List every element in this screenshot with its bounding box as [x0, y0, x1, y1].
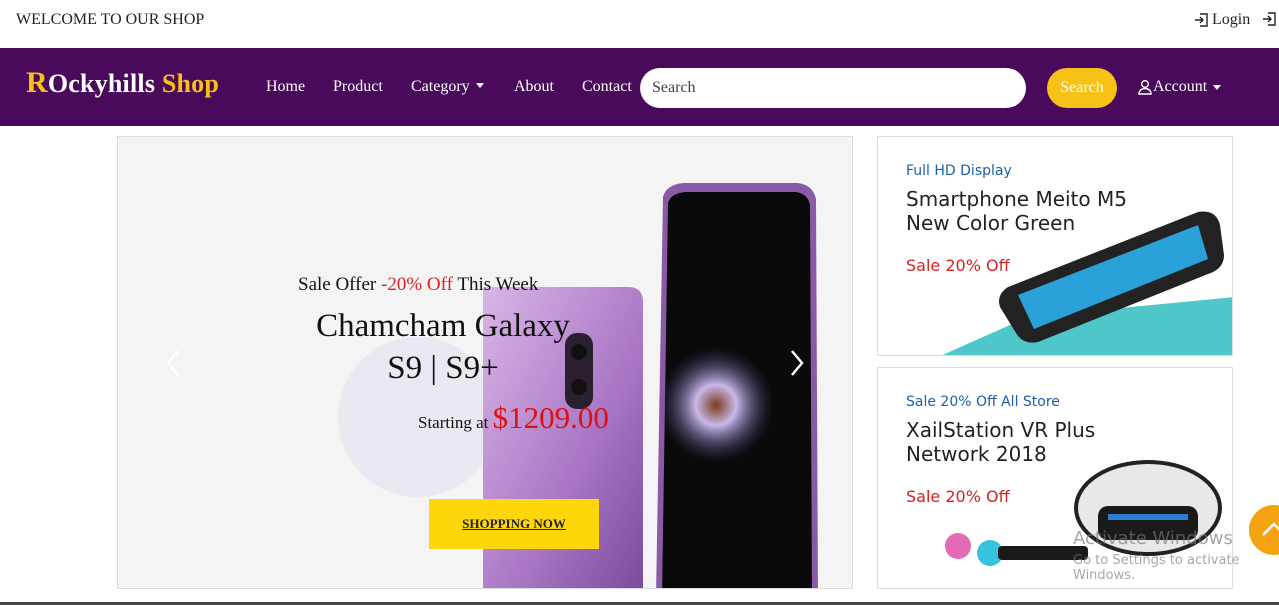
banner-heading: Smartphone Meito M5 New Color Green	[906, 187, 1127, 235]
carousel-next-control[interactable]	[782, 343, 812, 383]
slide-title: Chamcham Galaxy S9 | S9+	[316, 308, 570, 386]
top-bar: WELCOME TO OUR SHOP Login	[0, 0, 1279, 48]
chevron-left-icon	[166, 350, 179, 376]
account-menu[interactable]: Account	[1137, 78, 1222, 96]
login-label: Login	[1212, 11, 1251, 28]
chevron-down-icon	[1213, 84, 1222, 90]
nav-contact[interactable]: Contact	[582, 78, 632, 96]
main-navbar: ROckyhills Shop Home Product Category Ab…	[0, 48, 1279, 126]
banner-sale: Sale 20% Off	[906, 487, 1010, 506]
search-button[interactable]: Search	[1047, 68, 1117, 108]
user-icon	[1138, 80, 1152, 95]
nav-category[interactable]: Category	[411, 78, 484, 96]
login-link[interactable]: Login	[1194, 11, 1250, 29]
banner-sale: Sale 20% Off	[906, 256, 1010, 275]
banner-heading: XailStation VR Plus Network 2018	[906, 418, 1096, 466]
search-input[interactable]	[640, 68, 1026, 108]
banner-kicker: Full HD Display	[906, 163, 1012, 179]
carousel-prev-control[interactable]	[158, 343, 188, 383]
scroll-to-top-button[interactable]	[1249, 505, 1279, 555]
banner-kicker: Sale 20% Off All Store	[906, 394, 1060, 410]
nav-product[interactable]: Product	[333, 78, 383, 96]
nav-home[interactable]: Home	[266, 78, 305, 96]
logout-icon[interactable]	[1262, 11, 1278, 32]
chevron-up-icon	[1262, 522, 1279, 536]
chevron-down-icon	[475, 83, 484, 88]
slide-offer: Sale Offer -20% Off This Week	[298, 274, 539, 295]
nav-about[interactable]: About	[514, 78, 554, 96]
hero-carousel[interactable]: Sale Offer -20% Off This Week Chamcham G…	[117, 136, 853, 589]
brand-logo[interactable]: ROckyhills Shop	[26, 66, 219, 100]
welcome-text: WELCOME TO OUR SHOP	[16, 11, 205, 28]
login-icon	[1195, 13, 1208, 27]
promo-banner-smartphone[interactable]: Full HD Display Smartphone Meito M5 New C…	[877, 136, 1233, 356]
shopping-now-button[interactable]: SHOPPING NOW	[429, 499, 599, 549]
chevron-right-icon	[791, 350, 804, 376]
slide-price: Starting at $1209.00	[418, 400, 609, 435]
